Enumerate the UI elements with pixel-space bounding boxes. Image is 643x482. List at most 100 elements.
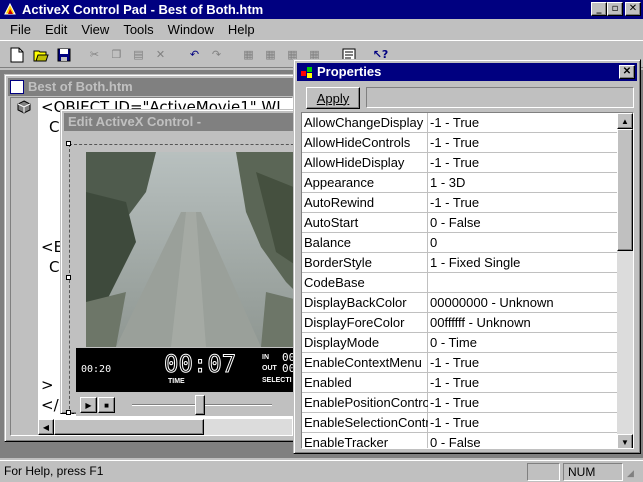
scroll-left-icon[interactable]: ◀ <box>38 419 54 435</box>
stop-icon[interactable]: ■ <box>98 397 115 413</box>
property-value[interactable]: 0 <box>430 233 620 252</box>
property-value[interactable]: -1 - True <box>430 353 620 372</box>
property-name: AutoRewind <box>304 195 375 210</box>
num-lock-indicator: NUM <box>563 463 623 481</box>
property-name: Enabled <box>304 375 352 390</box>
delete-icon[interactable]: ✕ <box>150 44 171 65</box>
properties-window-icon <box>301 67 312 78</box>
scroll-up-icon[interactable]: ▲ <box>617 113 633 129</box>
property-row[interactable]: EnableSelectionControls-1 - True <box>302 413 620 433</box>
edit-activex-title: Edit ActiveX Control - <box>68 114 202 129</box>
property-name: CodeBase <box>304 275 365 290</box>
properties-title: Properties <box>317 64 382 79</box>
property-row[interactable]: EnableTracker 0 - False <box>302 433 620 449</box>
apply-button[interactable]: Apply <box>306 87 360 109</box>
new-file-icon[interactable] <box>6 44 27 65</box>
status-text: For Help, press F1 <box>4 464 104 478</box>
properties-title-bar[interactable]: Properties ✕ <box>297 63 637 81</box>
property-value[interactable]: 0 - False <box>430 213 620 232</box>
property-value[interactable]: 00000000 - Unknown <box>430 293 620 312</box>
edit-activex-canvas[interactable]: 00:20 00:07 TIME IN 00 OUT 00 SELECTI ▶ … <box>66 132 309 416</box>
property-row[interactable]: Appearance 1 - 3D <box>302 173 620 193</box>
undo-icon[interactable]: ↶ <box>184 44 205 65</box>
property-row[interactable]: BorderStyle 1 - Fixed Single <box>302 253 620 273</box>
hscroll-thumb[interactable] <box>54 419 204 435</box>
property-value[interactable]: 0 - False <box>430 433 620 448</box>
copy-icon[interactable]: ❐ <box>106 44 127 65</box>
menu-view[interactable]: View <box>74 22 116 37</box>
property-row[interactable]: DisplayBackColor 00000000 - Unknown <box>302 293 620 313</box>
restore-button[interactable]: ▫ <box>607 2 623 16</box>
property-row[interactable]: AllowHideDisplay -1 - True <box>302 153 620 173</box>
status-bar: For Help, press F1 NUM ◢ <box>0 460 643 482</box>
property-row[interactable]: EnablePositionControls -1 - True <box>302 393 620 413</box>
out-label: OUT <box>262 365 277 372</box>
property-value[interactable]: -1 - True <box>430 373 620 392</box>
app-title-bar[interactable]: ActiveX Control Pad - Best of Both.htm _… <box>0 0 643 19</box>
property-row[interactable]: DisplayForeColor 00ffffff - Unknown <box>302 313 620 333</box>
document-horizontal-scrollbar[interactable]: ◀ <box>38 419 292 435</box>
property-name: DisplayMode <box>304 335 380 350</box>
object-cube-icon[interactable] <box>17 100 31 114</box>
app-icon <box>4 2 16 15</box>
property-row[interactable]: EnableContextMenu -1 - True <box>302 353 620 373</box>
property-value-field[interactable] <box>366 87 634 108</box>
property-value[interactable]: 1 - Fixed Single <box>430 253 620 272</box>
status-panel-empty <box>527 463 560 481</box>
property-value[interactable]: -1 - True <box>430 413 620 432</box>
edit-activex-title-bar[interactable]: Edit ActiveX Control - <box>64 113 296 131</box>
property-grid: AllowChangeDisplay -1 - True AllowHideCont… <box>301 112 634 449</box>
property-value[interactable]: -1 - True <box>430 393 620 412</box>
menu-file[interactable]: File <box>3 22 38 37</box>
property-value[interactable]: -1 - True <box>430 193 620 212</box>
play-icon[interactable]: ▶ <box>80 397 97 413</box>
property-value[interactable]: -1 - True <box>430 153 620 172</box>
property-name: AllowChangeDisplay <box>304 115 424 130</box>
menu-window[interactable]: Window <box>161 22 221 37</box>
open-folder-icon[interactable] <box>30 44 51 65</box>
property-row[interactable]: CodeBase <box>302 273 620 293</box>
selection-label: SELECTI <box>262 377 292 384</box>
property-name: BorderStyle <box>304 255 372 270</box>
property-row[interactable]: AllowHideControls -1 - True <box>302 133 620 153</box>
app-title: ActiveX Control Pad - Best of Both.htm <box>22 2 264 17</box>
size-grip-icon[interactable]: ◢ <box>627 466 641 480</box>
menu-edit[interactable]: Edit <box>38 22 74 37</box>
property-name: AutoStart <box>304 215 359 230</box>
property-row[interactable]: Balance 0 <box>302 233 620 253</box>
resize-handle[interactable] <box>66 275 71 280</box>
menu-help[interactable]: Help <box>221 22 262 37</box>
property-row[interactable]: AutoStart 0 - False <box>302 213 620 233</box>
property-name: EnableSelectionControls <box>304 415 428 430</box>
property-value[interactable]: -1 - True <box>430 113 620 132</box>
align-left-icon[interactable]: ▦ <box>238 44 259 65</box>
paste-icon[interactable]: ▤ <box>128 44 149 65</box>
vscroll-thumb[interactable] <box>617 129 633 251</box>
property-row[interactable]: AutoRewind -1 - True <box>302 193 620 213</box>
document-title-bar[interactable]: Best of Both.htm <box>8 78 295 96</box>
cut-icon[interactable]: ✂ <box>84 44 105 65</box>
property-row[interactable]: Enabled -1 - True <box>302 373 620 393</box>
close-button[interactable]: ✕ <box>625 2 641 16</box>
property-value[interactable]: -1 - True <box>430 133 620 152</box>
property-name: EnableTracker <box>304 435 389 449</box>
properties-vertical-scrollbar[interactable]: ▲ ▼ <box>617 113 633 448</box>
align-right-icon[interactable]: ▦ <box>260 44 281 65</box>
elapsed-time: 00:20 <box>81 364 112 375</box>
property-value[interactable]: 1 - 3D <box>430 173 620 192</box>
properties-close-button[interactable]: ✕ <box>619 65 635 79</box>
property-row[interactable]: AllowChangeDisplay -1 - True <box>302 113 620 133</box>
property-row[interactable]: DisplayMode 0 - Time <box>302 333 620 353</box>
redo-icon[interactable]: ↷ <box>206 44 227 65</box>
resize-handle[interactable] <box>66 410 71 415</box>
minimize-button[interactable]: _ <box>591 2 607 16</box>
property-value[interactable]: 0 - Time <box>430 333 620 352</box>
property-value[interactable]: 00ffffff - Unknown <box>430 313 620 332</box>
scroll-down-icon[interactable]: ▼ <box>617 434 633 448</box>
seek-thumb[interactable] <box>195 395 205 415</box>
save-disk-icon[interactable] <box>53 44 74 65</box>
property-name: DisplayForeColor <box>304 315 405 330</box>
resize-handle[interactable] <box>66 141 71 146</box>
menu-tools[interactable]: Tools <box>116 22 160 37</box>
document-icon <box>10 80 24 94</box>
